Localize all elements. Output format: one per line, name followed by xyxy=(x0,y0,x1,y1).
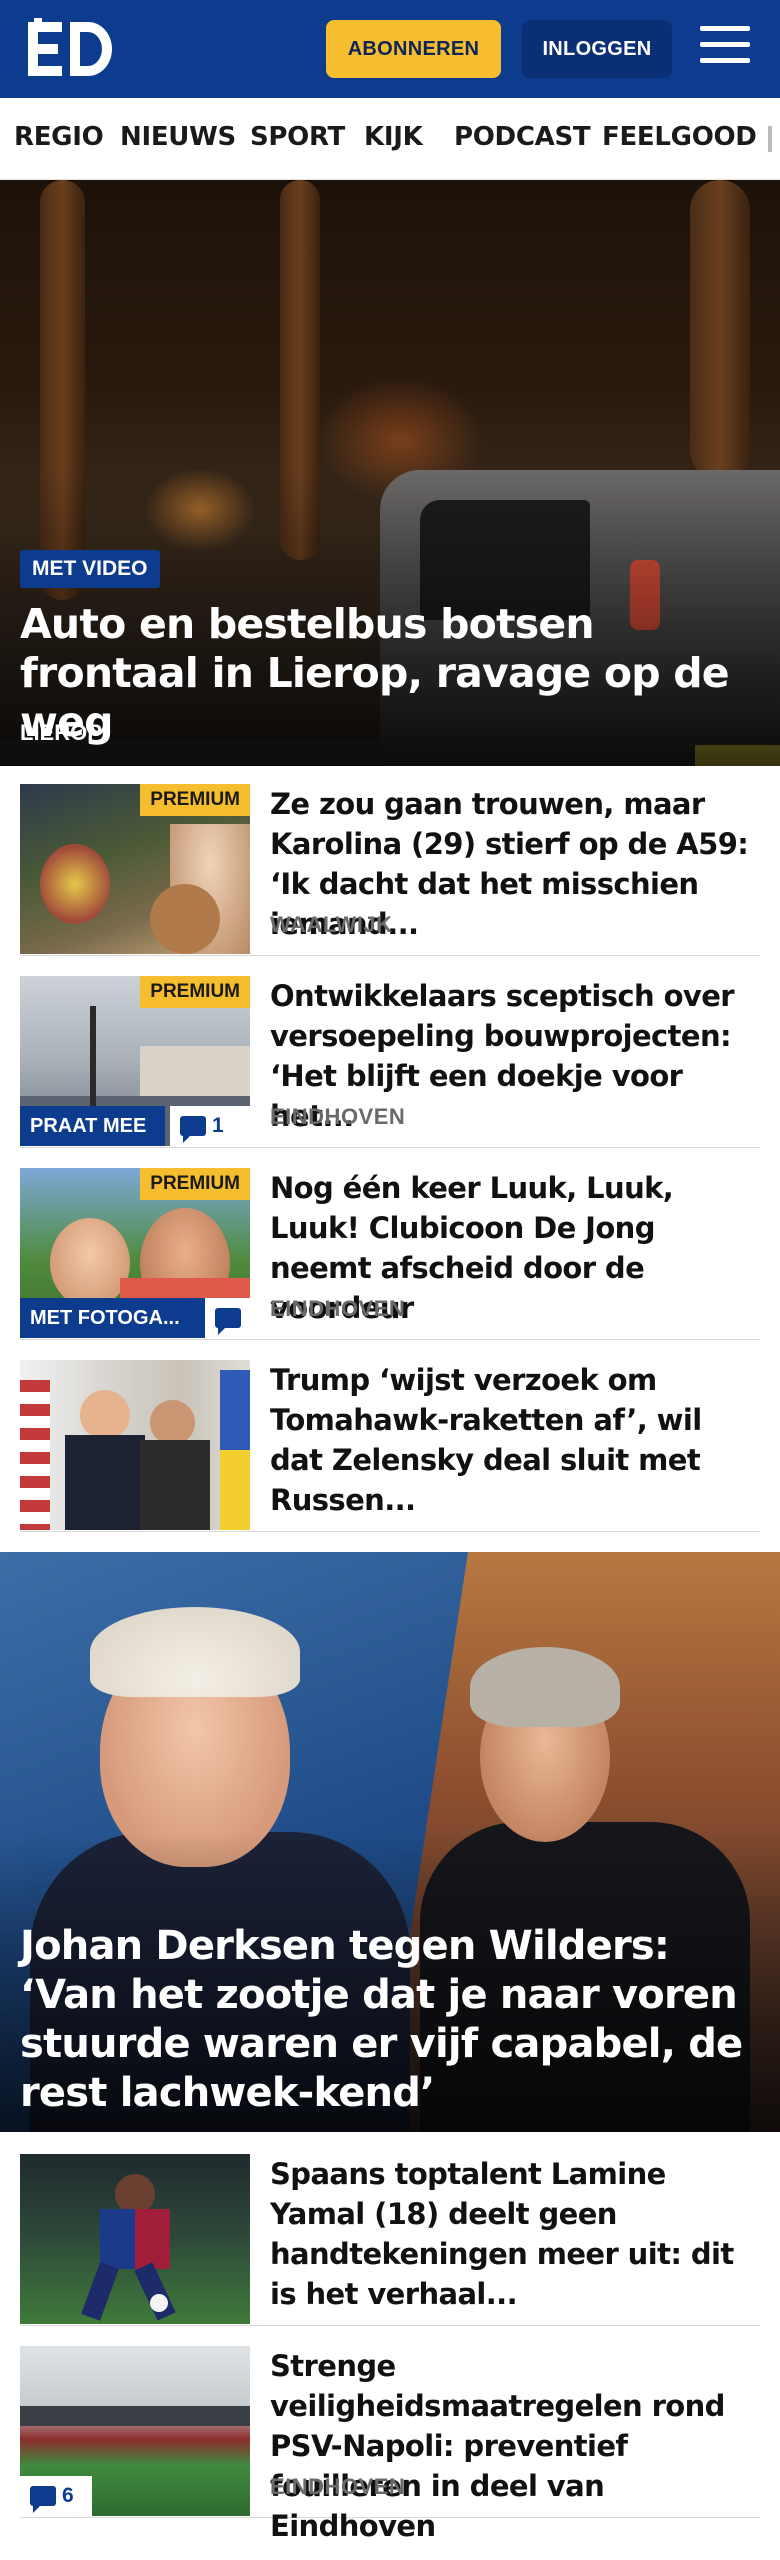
person-hair xyxy=(90,1607,300,1697)
comment-count-value: 6 xyxy=(62,2484,74,2507)
menu-icon[interactable] xyxy=(700,26,750,70)
list-item[interactable]: Trump ‘wijst verzoek om Tomahawk-rakette… xyxy=(20,1360,760,1532)
hero-article-crash[interactable]: MET VIDEO Auto en bestelbus botsen front… xyxy=(0,180,780,766)
hero-article-derksen[interactable]: Johan Derksen tegen Wilders: ‘Van het zo… xyxy=(0,1552,780,2132)
premium-badge: PREMIUM xyxy=(140,784,250,816)
list-item[interactable]: 6 Strenge veiligheidsmaatregelen rond PS… xyxy=(20,2346,760,2543)
article-thumbnail: 6 xyxy=(20,2346,250,2516)
hero-title[interactable]: Johan Derksen tegen Wilders: ‘Van het zo… xyxy=(20,1922,765,2118)
person-hair xyxy=(470,1647,620,1727)
article-thumbnail: PREMIUM MET FOTOGA... xyxy=(20,1168,250,1338)
nav-overflow-indicator xyxy=(768,126,772,152)
list-item[interactable]: PREMIUM PRAAT MEE 1 Ontwikkelaars scepti… xyxy=(20,976,760,1148)
article-thumbnail xyxy=(20,2154,250,2324)
nav-item-regio[interactable]: REGIO xyxy=(14,122,104,152)
ed-logo[interactable] xyxy=(26,18,116,80)
section-nav: REGIO NIEUWS SPORT KIJK PODCAST FEELGOOD xyxy=(0,98,780,180)
list-item[interactable]: PREMIUM MET FOTOGA... Nog één keer Luuk,… xyxy=(20,1168,760,1340)
premium-badge: PREMIUM xyxy=(140,1168,250,1200)
list-item[interactable]: Spaans toptalent Lamine Yamal (18) deelt… xyxy=(20,2154,760,2326)
comment-count xyxy=(205,1298,250,1338)
article-location: EINDHOVEN xyxy=(270,2474,406,2499)
nav-item-feelgood[interactable]: FEELGOOD xyxy=(602,122,757,152)
comment-icon xyxy=(214,1308,241,1335)
article-title[interactable]: Trump ‘wijst verzoek om Tomahawk-rakette… xyxy=(270,1360,760,1520)
article-location: EINDHOVEN xyxy=(270,1104,406,1129)
hero-location: LIEROP xyxy=(20,720,102,745)
article-title[interactable]: Strenge veiligheidsmaatregelen rond PSV-… xyxy=(270,2346,760,2546)
comment-icon xyxy=(180,1116,206,1143)
article-thumbnail xyxy=(20,1360,250,1530)
article-location: EINDHOVEN xyxy=(270,1296,406,1321)
photo-badge: MET FOTOGA... xyxy=(20,1298,205,1338)
article-thumbnail: PREMIUM PRAAT MEE 1 xyxy=(20,976,250,1146)
list-item[interactable]: PREMIUM Ze zou gaan trouwen, maar Karoli… xyxy=(20,784,760,956)
discuss-badge: PRAAT MEE xyxy=(20,1106,165,1146)
hero-title[interactable]: Auto en bestelbus botsen frontaal in Lie… xyxy=(20,600,760,747)
subscribe-button[interactable]: ABONNEREN xyxy=(326,20,501,78)
nav-item-podcast[interactable]: PODCAST xyxy=(454,122,591,152)
top-bar: ABONNEREN INLOGGEN xyxy=(0,0,780,98)
video-badge: MET VIDEO xyxy=(20,550,160,588)
nav-item-kijk[interactable]: KIJK xyxy=(364,122,423,152)
premium-badge: PREMIUM xyxy=(140,976,250,1008)
comment-count: 6 xyxy=(20,2476,92,2516)
article-location: WAALWIJK xyxy=(270,912,393,937)
comment-count-value: 1 xyxy=(212,1114,224,1137)
article-title[interactable]: Spaans toptalent Lamine Yamal (18) deelt… xyxy=(270,2154,760,2314)
login-button[interactable]: INLOGGEN xyxy=(522,20,672,78)
tree xyxy=(690,180,750,480)
comment-icon xyxy=(30,2486,56,2513)
article-thumbnail: PREMIUM xyxy=(20,784,250,954)
comment-count: 1 xyxy=(170,1106,250,1146)
nav-item-nieuws[interactable]: NIEUWS xyxy=(120,122,236,152)
nav-item-sport[interactable]: SPORT xyxy=(250,122,345,152)
